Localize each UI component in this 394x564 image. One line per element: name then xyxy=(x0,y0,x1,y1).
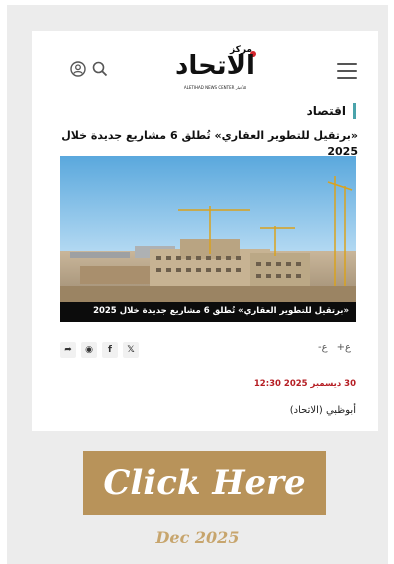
facebook-icon[interactable]: f xyxy=(102,342,118,358)
share-bar: ➦ ◉ f 𝕏 xyxy=(60,342,139,358)
section-label[interactable]: اقتصاد xyxy=(307,103,356,119)
article-dateline: أبوظبي (الاتحاد) xyxy=(289,405,356,416)
hamburger-menu-icon[interactable] xyxy=(337,63,357,79)
whatsapp-icon[interactable]: ◉ xyxy=(81,342,97,358)
share-arrow-icon[interactable]: ➦ xyxy=(60,342,76,358)
search-icon[interactable] xyxy=(92,61,108,77)
construction-photo xyxy=(60,156,356,322)
image-caption: «برتقيل للتطوير العقاري» تُطلق 6 مشاريع … xyxy=(60,302,356,322)
site-logo[interactable]: مركز الاتحاد ALETIHAD NEWS CENTER للأخبا… xyxy=(170,45,260,95)
font-increase-button[interactable]: +ع xyxy=(337,342,351,353)
logo-wordmark: الاتحاد xyxy=(175,51,256,81)
user-icon[interactable] xyxy=(70,61,86,77)
article-hero-image[interactable]: «برتقيل للتطوير العقاري» تُطلق 6 مشاريع … xyxy=(60,156,356,322)
article-card: مركز الاتحاد ALETIHAD NEWS CENTER للأخبا… xyxy=(32,31,378,431)
site-header: مركز الاتحاد ALETIHAD NEWS CENTER للأخبا… xyxy=(32,31,378,109)
x-twitter-icon[interactable]: 𝕏 xyxy=(123,342,139,358)
font-size-controls: -ع +ع xyxy=(318,342,351,353)
font-decrease-button[interactable]: -ع xyxy=(318,342,328,353)
footer-date: Dec 2025 xyxy=(155,528,240,547)
logo-subtitle: ALETIHAD NEWS CENTER للأخبار xyxy=(183,85,247,90)
click-here-button[interactable]: Click Here xyxy=(83,451,326,515)
article-date: 30 ديسمبر 2025 12:30 xyxy=(253,379,356,389)
